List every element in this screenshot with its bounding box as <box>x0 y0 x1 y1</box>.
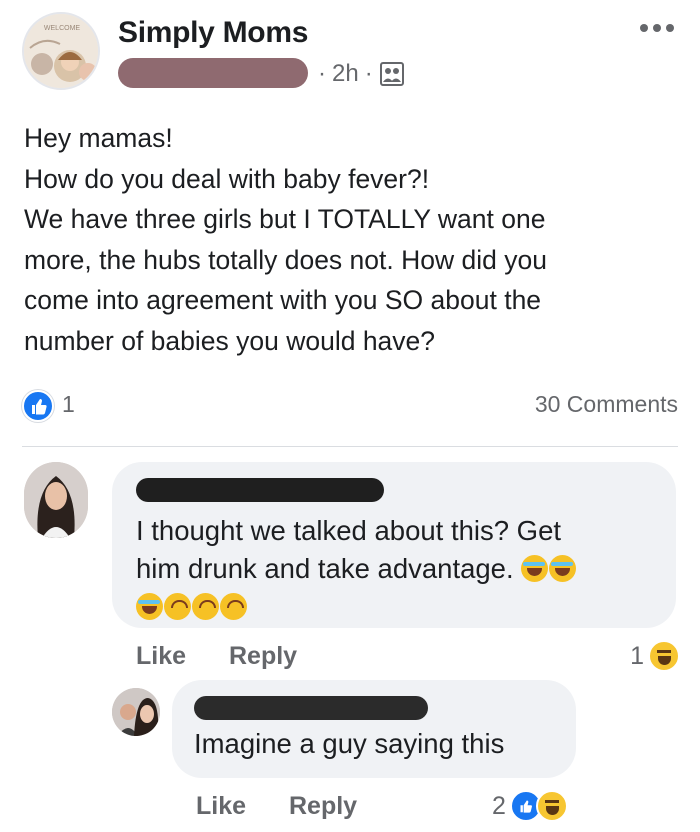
comment-text: I thought we talked about this? Get him … <box>136 512 656 626</box>
post-meta: · 2h · <box>318 60 405 88</box>
post-line: more, the hubs totally does not. How did… <box>24 244 547 275</box>
comment-emoji-line <box>136 588 656 626</box>
more-dot <box>653 24 661 32</box>
comment-reaction-count: 1 <box>630 641 644 670</box>
like-button[interactable]: Like <box>196 792 246 820</box>
like-reaction-icon[interactable] <box>22 390 54 422</box>
svg-text:WELCOME: WELCOME <box>44 25 81 32</box>
commenter-photo <box>24 462 88 538</box>
comment-reactions[interactable]: 1 <box>630 640 680 672</box>
meta-separator: · <box>318 60 326 87</box>
comment-line-text: I thought we talked about this? Get <box>136 515 562 546</box>
post-line: Hey mamas! <box>24 123 173 153</box>
comments-count[interactable]: 30 Comments <box>535 391 678 418</box>
rolling-laughing-emoji-icon <box>136 593 163 620</box>
reply-button[interactable]: Reply <box>289 792 357 820</box>
post-body: Hey mamas! How do you deal with baby fev… <box>24 118 664 361</box>
comment-line: I thought we talked about this? Get <box>136 512 656 550</box>
reply-bubble: Imagine a guy saying this <box>172 680 576 778</box>
reply-reactions[interactable]: 2 <box>492 790 568 822</box>
reply-commenter-avatar[interactable] <box>112 688 160 736</box>
reply-text: Imagine a guy saying this <box>194 728 505 759</box>
divider <box>22 446 678 447</box>
rolling-laughing-emoji-icon <box>521 555 549 582</box>
reaction-summary: 1 30 Comments <box>22 388 678 422</box>
group-avatar-image: WELCOME <box>24 14 98 88</box>
post-line: number of babies you would have? <box>24 325 436 356</box>
thumbs-up-icon <box>520 800 532 813</box>
haha-reaction-icon <box>535 790 568 822</box>
post-time[interactable]: 2h <box>332 60 359 88</box>
rolling-laughing-emoji-icon <box>549 555 577 582</box>
comment-line: him drunk and take advantage. <box>136 550 656 588</box>
reply-commenter-photo <box>112 688 160 736</box>
like-button[interactable]: Like <box>136 642 186 670</box>
comment-line-text: him drunk and take advantage. <box>136 553 514 584</box>
group-name[interactable]: Simply Moms <box>118 16 308 50</box>
comment-actions: Like Reply <box>136 642 333 671</box>
reply-reaction-count: 2 <box>492 791 506 820</box>
redacted-reply-name <box>194 696 428 720</box>
post-line: We have three girls but I TOTALLY want o… <box>24 204 546 234</box>
post-line: How do you deal with baby fever?! <box>24 163 430 194</box>
comment-bubble: I thought we talked about this? Get him … <box>112 462 676 628</box>
audience-members-icon[interactable] <box>379 61 405 87</box>
post-reaction-count[interactable]: 1 <box>62 391 75 418</box>
redacted-commenter-name <box>136 478 384 502</box>
commenter-avatar[interactable] <box>24 462 88 538</box>
post-header: WELCOME Simply Moms · 2h · <box>22 12 682 94</box>
meta-separator-2: · <box>364 60 373 87</box>
haha-reaction-icon <box>648 640 680 672</box>
thumbs-up-icon <box>32 399 47 415</box>
group-avatar[interactable]: WELCOME <box>22 12 100 90</box>
upside-down-face-emoji-icon <box>220 593 247 620</box>
redacted-author-name <box>118 58 308 88</box>
upside-down-face-emoji-icon <box>192 593 219 620</box>
more-options-icon[interactable] <box>634 16 680 40</box>
post-line: come into agreement with you SO about th… <box>24 285 542 315</box>
upside-down-face-emoji-icon <box>164 593 191 620</box>
reply-button[interactable]: Reply <box>229 642 297 670</box>
more-dot <box>666 24 674 32</box>
more-dot <box>640 24 648 32</box>
reply-actions: Like Reply <box>196 792 393 821</box>
